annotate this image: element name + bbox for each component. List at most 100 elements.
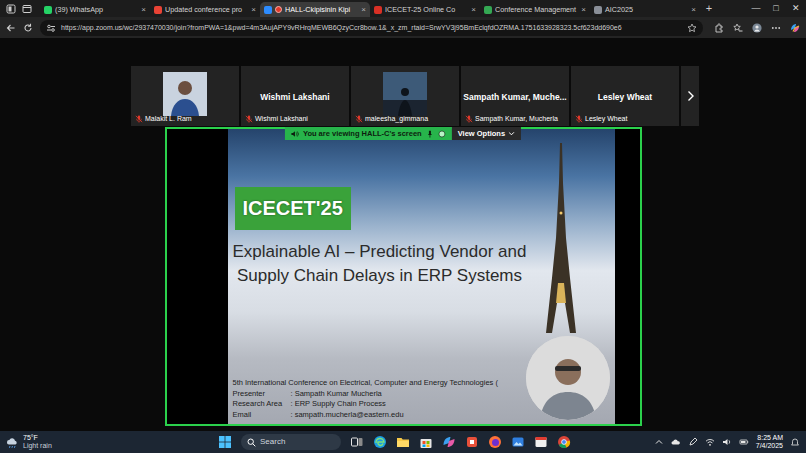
tab-label[interactable]: ICECET-25 Online Co bbox=[385, 2, 468, 17]
copilot-icon[interactable] bbox=[790, 23, 800, 33]
presenter-detail-row: Presenter: Sampath Kumar Mucherla bbox=[233, 389, 522, 400]
participant-tile[interactable]: Wishmi Lakshani Wishmi Lakshani bbox=[241, 66, 349, 126]
presenter-detail-row: Email: sampath.mucherla@eastern.edu bbox=[233, 410, 522, 421]
view-options-button[interactable]: View Options bbox=[452, 127, 521, 140]
muted-mic-icon bbox=[465, 115, 473, 123]
participant-name: Wishmi Lakshani bbox=[260, 91, 329, 104]
tab-label[interactable]: AIC2025 bbox=[605, 2, 688, 17]
participant-label-text: maleesha_gimmana bbox=[365, 114, 428, 125]
favorite-star-icon[interactable] bbox=[687, 23, 697, 33]
site-info-icon[interactable] bbox=[46, 23, 56, 33]
chevron-right-icon[interactable] bbox=[686, 90, 695, 102]
presenter-video bbox=[526, 336, 610, 420]
tab-close-button[interactable]: × bbox=[581, 4, 586, 16]
system-tray: 8:25 AM 7/4/2025 bbox=[654, 434, 800, 450]
edge-icon[interactable] bbox=[373, 435, 387, 449]
close-button[interactable]: ✕ bbox=[786, 2, 806, 16]
copilot-app-icon[interactable] bbox=[442, 435, 456, 449]
detail-value: : sampath.mucherla@eastern.edu bbox=[291, 410, 404, 421]
tab-label[interactable]: Conference Management bbox=[495, 2, 578, 17]
meeting-area: Malakit L. RamWishmi LakshaniWishmi Laks… bbox=[0, 38, 806, 431]
browser-tab[interactable]: (39) WhatsApp× bbox=[40, 2, 150, 17]
tab-close-button[interactable]: × bbox=[251, 4, 256, 16]
wifi-icon[interactable] bbox=[705, 437, 715, 447]
tab-close-button[interactable]: × bbox=[141, 4, 146, 16]
tab-close-button[interactable]: × bbox=[471, 4, 476, 16]
address-row: https://app.zoom.us/wc/2937470030/join?f… bbox=[0, 17, 806, 38]
favorites-icon[interactable] bbox=[733, 23, 743, 33]
browser-tab[interactable]: Updated conference pro× bbox=[150, 2, 260, 17]
pen-icon[interactable] bbox=[688, 437, 698, 447]
tab-actions-icon[interactable] bbox=[22, 4, 32, 14]
slide-details: 5th International Conference on Electric… bbox=[233, 378, 522, 420]
task-view-icon[interactable] bbox=[350, 435, 364, 449]
weather-widget[interactable]: 75°F Light rain bbox=[6, 434, 218, 450]
chrome-icon[interactable] bbox=[557, 435, 571, 449]
tab-label[interactable]: (39) WhatsApp bbox=[55, 2, 138, 17]
browser-tab[interactable]: AIC2025× bbox=[590, 2, 700, 17]
participant-tile[interactable]: Malakit L. Ram bbox=[131, 66, 239, 126]
participant-label: Sampath Kumar, Mucherla bbox=[465, 114, 558, 125]
search-input[interactable] bbox=[260, 436, 335, 448]
calendar-app-icon[interactable] bbox=[534, 435, 548, 449]
show-hidden-icons-icon[interactable] bbox=[654, 437, 664, 447]
store-icon[interactable] bbox=[419, 435, 433, 449]
extensions-icon[interactable] bbox=[714, 23, 724, 33]
status-dot-icon bbox=[438, 130, 446, 138]
pin-icon[interactable] bbox=[426, 130, 434, 138]
participant-video bbox=[383, 72, 427, 116]
clock-date: 7/4/2025 bbox=[756, 442, 783, 450]
file-explorer-icon[interactable] bbox=[396, 435, 410, 449]
battery-icon[interactable] bbox=[739, 437, 749, 447]
tab-close-button[interactable]: × bbox=[361, 4, 366, 16]
detail-label: Presenter bbox=[233, 389, 291, 400]
office-app-icon[interactable] bbox=[465, 435, 479, 449]
tab-label[interactable]: Updated conference pro bbox=[165, 2, 248, 17]
new-tab-button[interactable]: + bbox=[700, 0, 718, 17]
rain-cloud-icon bbox=[6, 436, 19, 449]
refresh-icon[interactable] bbox=[23, 23, 33, 33]
viewing-text: You are viewing HALL-C's screen bbox=[303, 128, 422, 139]
participant-strip: Malakit L. RamWishmi LakshaniWishmi Laks… bbox=[131, 66, 699, 126]
volume-icon[interactable] bbox=[722, 437, 732, 447]
participant-label-text: Wishmi Lakshani bbox=[255, 114, 308, 125]
clock[interactable]: 8:25 AM 7/4/2025 bbox=[756, 434, 783, 450]
more-menu-icon[interactable] bbox=[771, 23, 781, 33]
participant-tile[interactable]: maleesha_gimmana bbox=[351, 66, 459, 126]
workspaces-icon[interactable] bbox=[6, 4, 16, 14]
detail-label: Research Area bbox=[233, 399, 291, 410]
tab-label[interactable]: HALL-Ckipisinin Kipi bbox=[285, 2, 358, 17]
next-page-button[interactable] bbox=[681, 66, 699, 126]
chevron-down-icon[interactable] bbox=[508, 130, 515, 137]
browser-tab[interactable]: ICECET-25 Online Co× bbox=[370, 2, 480, 17]
onedrive-icon[interactable] bbox=[671, 437, 681, 447]
firefox-icon[interactable] bbox=[488, 435, 502, 449]
participant-tile[interactable]: Lesley WheatLesley Wheat bbox=[571, 66, 679, 126]
minimize-button[interactable]: — bbox=[746, 2, 766, 16]
window-controls: —□✕ bbox=[746, 2, 806, 16]
conference-name: 5th International Conference on Electric… bbox=[233, 378, 522, 389]
view-options-label[interactable]: View Options bbox=[458, 128, 505, 139]
back-icon[interactable] bbox=[6, 23, 16, 33]
screen: (39) WhatsApp×Updated conference pro×HAL… bbox=[0, 0, 806, 453]
restore-button[interactable]: □ bbox=[766, 2, 786, 16]
participant-video bbox=[163, 72, 207, 116]
profile-icon[interactable] bbox=[752, 23, 762, 33]
slide-title: Explainable AI – Predicting Vendor and S… bbox=[228, 240, 615, 288]
notifications-icon[interactable] bbox=[790, 437, 800, 447]
participant-label: maleesha_gimmana bbox=[355, 114, 428, 125]
viewing-notice: You are viewing HALL-C's screen bbox=[285, 127, 452, 140]
tab-favicon-icon bbox=[264, 6, 272, 14]
participant-name: Sampath Kumar, Muche... bbox=[463, 91, 566, 104]
participant-tile[interactable]: Sampath Kumar, Muche... Sampath Kumar, Mu… bbox=[461, 66, 569, 126]
windows-start-icon[interactable] bbox=[218, 435, 232, 449]
tab-close-button[interactable]: × bbox=[691, 4, 696, 16]
browser-tab[interactable]: Conference Management× bbox=[480, 2, 590, 17]
recording-icon bbox=[275, 6, 282, 13]
address-bar[interactable]: https://app.zoom.us/wc/2937470030/join?f… bbox=[40, 20, 703, 36]
taskbar-search[interactable] bbox=[241, 434, 341, 450]
participant-label-text: Malakit L. Ram bbox=[145, 114, 192, 125]
photos-icon[interactable] bbox=[511, 435, 525, 449]
browser-tab[interactable]: HALL-Ckipisinin Kipi× bbox=[260, 2, 370, 17]
url-text[interactable]: https://app.zoom.us/wc/2937470030/join?f… bbox=[61, 20, 682, 36]
